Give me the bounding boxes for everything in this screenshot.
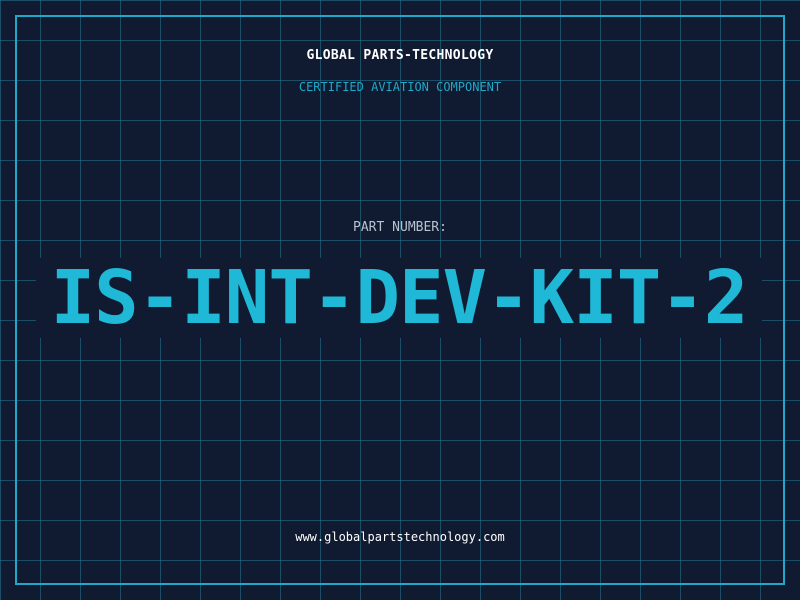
certification-subtitle: CERTIFIED AVIATION COMPONENT <box>298 80 502 94</box>
label-canvas: GLOBAL PARTS-TECHNOLOGY CERTIFIED AVIATI… <box>0 0 800 600</box>
part-number-label: PART NUMBER: <box>353 220 447 235</box>
part-number-value: IS-INT-DEV-KIT-2 <box>50 255 749 341</box>
company-name: GLOBAL PARTS-TECHNOLOGY <box>306 48 494 63</box>
website-url: www.globalpartstechnology.com <box>295 530 505 544</box>
part-number-panel: IS-INT-DEV-KIT-2 <box>36 258 762 338</box>
